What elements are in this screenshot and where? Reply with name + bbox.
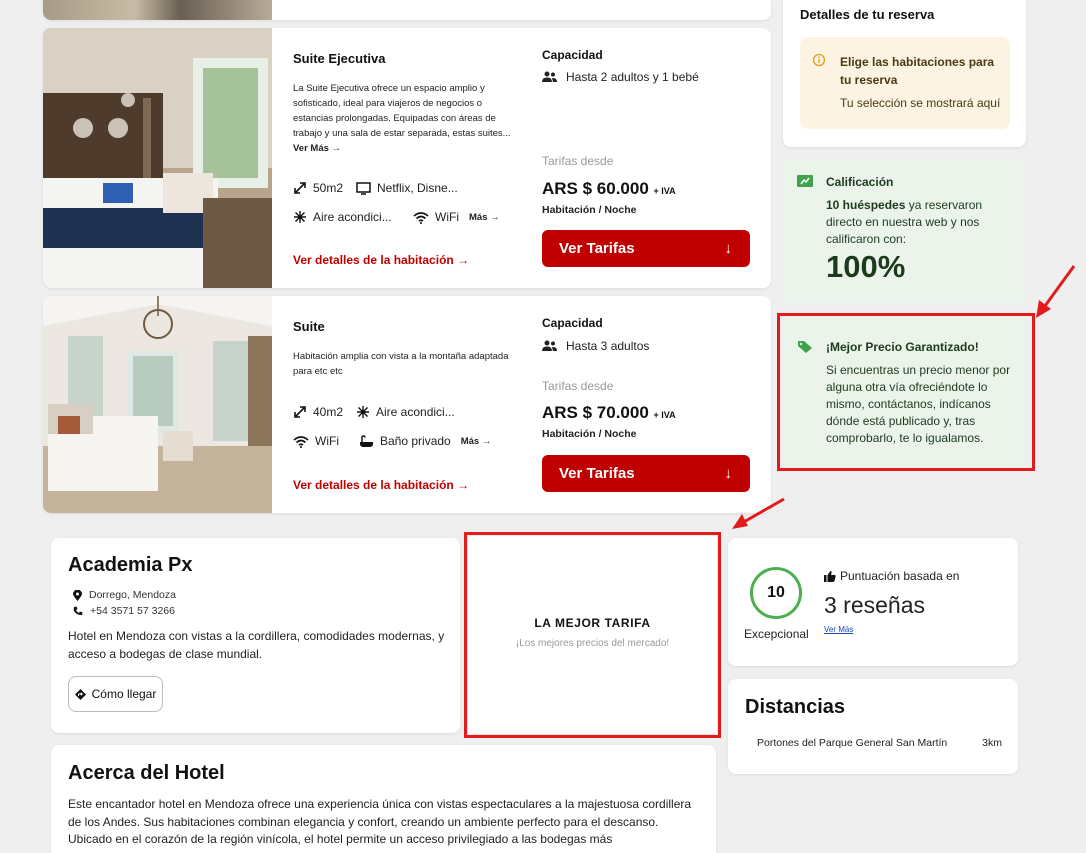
score-badge: 10 <box>750 567 802 619</box>
notice-title: Elige las habitaciones para tu reserva <box>840 55 995 87</box>
distance-row: Portones del Parque General San Martín 3… <box>757 737 1002 749</box>
rate-from-label: Tarifas desde <box>542 379 614 393</box>
resize-icon <box>294 406 306 418</box>
amenity-wifi: WiFi <box>293 434 339 448</box>
annotation-arrow-right <box>1036 265 1076 318</box>
room-description: La Suite Ejecutiva ofrece un espacio amp… <box>293 83 511 154</box>
bathtub-icon <box>360 434 373 447</box>
room-price: ARS $ 70.000 + IVA <box>542 403 676 422</box>
rate-from-label: Tarifas desde <box>542 154 614 168</box>
directions-button[interactable]: Cómo llegar <box>68 676 163 712</box>
about-text: Este encantador hotel en Mendoza ofrece … <box>68 797 692 846</box>
about-hotel-card: Acerca del Hotel Este encantador hotel e… <box>51 745 716 853</box>
amenity-bath: Baño privado Más → <box>359 434 491 448</box>
distances-title: Distancias <box>745 696 846 718</box>
capacity-label: Capacidad <box>542 48 603 62</box>
score-based-label: Puntuación basada en <box>824 569 959 583</box>
capacity-value: Hasta 3 adultos <box>542 339 649 353</box>
wifi-icon <box>293 435 309 448</box>
room-price: ARS $ 60.000 + IVA <box>542 179 676 198</box>
score-word: Excepcional <box>744 627 809 641</box>
amenity-ac: Aire acondici... <box>356 405 455 419</box>
read-more-link[interactable]: Ver Más → <box>293 143 341 154</box>
hotel-info-card: Academia Px Dorrego, Mendoza +54 3571 57… <box>51 538 460 733</box>
reservation-title: Detalles de tu reserva <box>800 7 935 22</box>
rating-text: 10 huéspedes ya reservaron directo en nu… <box>826 198 983 246</box>
arrow-down-icon: ↓ <box>724 465 733 482</box>
snowflake-icon <box>294 211 306 223</box>
room-description: Habitación amplia con vista a la montaña… <box>293 351 509 377</box>
distance-value: 3km <box>982 737 1002 749</box>
notice-subtitle: Tu selección se mostrará aquí <box>840 96 1001 110</box>
amenity-tv: Netflix, Disne... <box>356 181 458 195</box>
room-name: Suite <box>293 319 325 334</box>
room-photo[interactable] <box>43 296 272 513</box>
amenities-more-link[interactable]: Más → <box>461 436 492 447</box>
location-pin-icon <box>73 589 82 601</box>
capacity-value: Hasta 2 adultos y 1 bebé <box>542 70 699 84</box>
amenity-wifi: WiFi Más → <box>413 210 500 224</box>
info-icon <box>812 53 826 67</box>
arrow-right-icon: → <box>457 478 470 492</box>
rating-percent: 100% <box>826 249 906 284</box>
view-rates-button[interactable]: Ver Tarifas ↓ <box>542 455 750 492</box>
about-title: Acerca del Hotel <box>68 762 225 784</box>
arrow-right-icon: → <box>331 143 342 154</box>
room-card-suite: Suite Habitación amplia con vista a la m… <box>43 296 771 513</box>
thumbs-up-icon <box>824 570 836 582</box>
hotel-description: Hotel en Mendoza con vistas a la cordill… <box>68 629 445 661</box>
distance-place: Portones del Parque General San Martín <box>757 737 948 749</box>
wifi-icon <box>413 211 429 224</box>
reviews-count: 3 reseñas <box>824 592 926 618</box>
room-card-suite-ejecutiva: Suite Ejecutiva La Suite Ejecutiva ofrec… <box>43 28 771 288</box>
phone-icon <box>73 606 83 616</box>
hotel-name: Academia Px <box>68 554 193 576</box>
price-unit: Habitación / Noche <box>542 204 637 216</box>
people-icon <box>542 71 557 82</box>
rating-flag-icon <box>797 175 813 187</box>
resize-icon <box>294 182 306 194</box>
highlight-box-guarantee <box>777 313 1035 471</box>
room-photo[interactable] <box>43 28 272 288</box>
hotel-phone[interactable]: +54 3571 57 3266 <box>73 605 175 617</box>
tv-icon <box>356 181 371 195</box>
rating-title: Calificación <box>826 175 894 189</box>
amenity-size: 50m2 <box>293 181 343 195</box>
price-unit: Habitación / Noche <box>542 428 637 440</box>
view-rates-button[interactable]: Ver Tarifas ↓ <box>542 230 750 267</box>
reservation-notice: Elige las habitaciones para tu reserva T… <box>800 37 1010 129</box>
annotation-arrow-center <box>732 497 785 529</box>
room-photo <box>43 0 272 20</box>
arrow-right-icon: → <box>457 253 470 267</box>
distances-card: Distancias Portones del Parque General S… <box>728 679 1018 774</box>
reviews-more-link[interactable]: Ver Más <box>824 625 853 634</box>
room-name: Suite Ejecutiva <box>293 51 386 66</box>
people-icon <box>542 340 557 351</box>
room-details-link[interactable]: Ver detalles de la habitación → <box>293 253 469 267</box>
reservation-panel: Detalles de tu reserva Elige las habitac… <box>783 0 1026 147</box>
amenity-size: 40m2 <box>293 405 343 419</box>
amenities-more-link[interactable]: Más → <box>469 212 500 223</box>
room-card-previous <box>43 0 771 20</box>
capacity-label: Capacidad <box>542 316 603 330</box>
score-card: 10 Excepcional Puntuación basada en 3 re… <box>728 538 1018 666</box>
room-details-link[interactable]: Ver detalles de la habitación → <box>293 478 469 492</box>
snowflake-icon <box>357 406 369 418</box>
hotel-address: Dorrego, Mendoza <box>73 589 176 601</box>
highlight-box-best-rate <box>464 532 721 738</box>
arrow-down-icon: ↓ <box>724 240 733 257</box>
amenity-ac: Aire acondici... <box>293 210 392 224</box>
rating-panel: Calificación 10 huéspedes ya reservaron … <box>783 160 1026 303</box>
directions-icon <box>74 688 86 700</box>
